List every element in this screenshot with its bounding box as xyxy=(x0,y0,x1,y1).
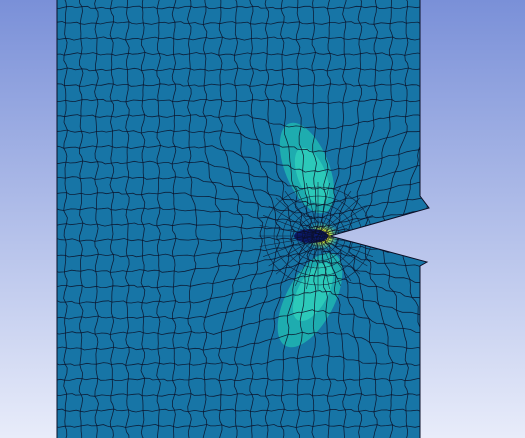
fea-mesh-view[interactable] xyxy=(0,0,525,438)
graphics-viewport[interactable] xyxy=(0,0,525,438)
